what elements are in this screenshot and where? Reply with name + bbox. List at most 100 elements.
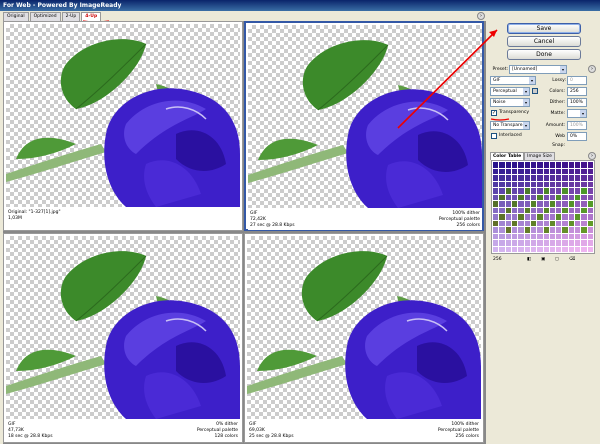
color-swatch[interactable] <box>568 168 575 174</box>
color-swatch[interactable] <box>499 162 505 168</box>
color-swatch[interactable] <box>568 175 575 181</box>
color-swatch[interactable] <box>568 220 575 226</box>
color-swatch[interactable] <box>511 162 518 168</box>
color-swatch[interactable] <box>505 188 511 194</box>
color-swatch[interactable] <box>556 227 562 233</box>
color-swatch[interactable] <box>511 233 518 239</box>
color-swatch[interactable] <box>518 207 524 213</box>
color-swatch[interactable] <box>575 175 581 181</box>
color-swatch[interactable] <box>537 162 543 168</box>
color-swatch[interactable] <box>524 227 530 233</box>
color-swatch[interactable] <box>537 207 543 213</box>
color-swatch[interactable] <box>581 227 587 233</box>
color-swatch[interactable] <box>575 194 581 200</box>
color-swatch[interactable] <box>581 214 587 220</box>
amount-field[interactable]: 100% <box>567 121 587 130</box>
color-swatch[interactable] <box>524 188 530 194</box>
color-swatch[interactable] <box>581 168 587 174</box>
color-swatch[interactable] <box>543 162 549 168</box>
color-swatch[interactable] <box>499 201 505 207</box>
color-swatch[interactable] <box>530 240 537 246</box>
color-swatch[interactable] <box>556 246 562 252</box>
color-swatch[interactable] <box>549 175 556 181</box>
color-swatch[interactable] <box>537 175 543 181</box>
color-swatch[interactable] <box>549 194 556 200</box>
color-swatch[interactable] <box>556 207 562 213</box>
color-swatch[interactable] <box>575 168 581 174</box>
color-swatch[interactable] <box>499 168 505 174</box>
color-swatch[interactable] <box>581 194 587 200</box>
color-swatch[interactable] <box>581 233 587 239</box>
color-swatch[interactable] <box>537 233 543 239</box>
color-swatch[interactable] <box>549 188 556 194</box>
color-swatch[interactable] <box>505 175 511 181</box>
color-swatch[interactable] <box>530 246 537 252</box>
color-swatch[interactable] <box>575 201 581 207</box>
color-swatch[interactable] <box>543 233 549 239</box>
websnap-field[interactable]: 0% <box>567 132 587 141</box>
color-swatch[interactable] <box>587 168 593 174</box>
color-swatch[interactable] <box>575 188 581 194</box>
color-swatch[interactable] <box>568 181 575 187</box>
color-swatch[interactable] <box>587 207 593 213</box>
format-select[interactable]: GIF ▾ <box>490 76 536 85</box>
color-swatch[interactable] <box>505 240 511 246</box>
color-swatch[interactable] <box>511 168 518 174</box>
color-swatch[interactable] <box>493 246 499 252</box>
color-swatch[interactable] <box>575 240 581 246</box>
done-button[interactable]: Done <box>507 49 581 60</box>
color-swatch[interactable] <box>493 194 499 200</box>
color-swatch[interactable] <box>493 201 499 207</box>
color-swatch[interactable] <box>524 201 530 207</box>
color-swatch[interactable] <box>505 233 511 239</box>
color-swatch[interactable] <box>511 220 518 226</box>
color-swatch[interactable] <box>568 233 575 239</box>
color-swatch[interactable] <box>575 207 581 213</box>
color-swatch[interactable] <box>493 175 499 181</box>
color-swatch[interactable] <box>530 188 537 194</box>
color-swatch[interactable] <box>562 233 568 239</box>
color-swatch[interactable] <box>530 207 537 213</box>
lock-icon[interactable]: ▣ <box>541 256 545 263</box>
color-swatch[interactable] <box>537 201 543 207</box>
color-swatch[interactable] <box>530 233 537 239</box>
color-swatch[interactable] <box>568 162 575 168</box>
color-swatch[interactable] <box>556 168 562 174</box>
color-swatch[interactable] <box>518 233 524 239</box>
transparency-checkbox[interactable]: ✓ <box>491 110 497 116</box>
color-swatch[interactable] <box>505 168 511 174</box>
color-swatch[interactable] <box>562 227 568 233</box>
color-swatch[interactable] <box>575 162 581 168</box>
color-swatch[interactable] <box>568 214 575 220</box>
preview-pane-3[interactable]: GIF 47,73K 18 sec @ 28.8 Kbps 0% dither Per… <box>3 233 243 443</box>
color-swatch[interactable] <box>543 175 549 181</box>
color-swatch[interactable] <box>493 220 499 226</box>
preview-pane-4[interactable]: GIF 69,03K 25 sec @ 28.8 Kbps 100% dither P… <box>244 233 484 443</box>
color-swatch[interactable] <box>518 220 524 226</box>
color-swatch[interactable] <box>587 246 593 252</box>
lossy-field[interactable]: 0 <box>567 76 587 85</box>
color-swatch[interactable] <box>537 246 543 252</box>
tab-4-up[interactable]: 4-Up <box>81 12 102 21</box>
color-swatch[interactable] <box>499 175 505 181</box>
color-swatch[interactable] <box>575 220 581 226</box>
color-swatch[interactable] <box>524 233 530 239</box>
color-swatch[interactable] <box>499 207 505 213</box>
color-swatch[interactable] <box>530 181 537 187</box>
color-swatch[interactable] <box>505 246 511 252</box>
color-swatch[interactable] <box>493 162 499 168</box>
color-swatch[interactable] <box>562 246 568 252</box>
color-swatch[interactable] <box>524 175 530 181</box>
colors-field[interactable]: 256 <box>567 87 587 96</box>
color-swatch[interactable] <box>518 168 524 174</box>
color-swatch[interactable] <box>530 220 537 226</box>
color-swatch[interactable] <box>562 194 568 200</box>
color-swatch[interactable] <box>543 246 549 252</box>
color-swatch[interactable] <box>543 201 549 207</box>
dither-algorithm-select[interactable]: Noise ▾ <box>490 98 530 107</box>
color-swatch[interactable] <box>493 181 499 187</box>
color-swatch[interactable] <box>530 201 537 207</box>
color-swatch[interactable] <box>543 227 549 233</box>
color-swatch[interactable] <box>568 207 575 213</box>
dither-field[interactable]: 100% <box>567 98 587 107</box>
